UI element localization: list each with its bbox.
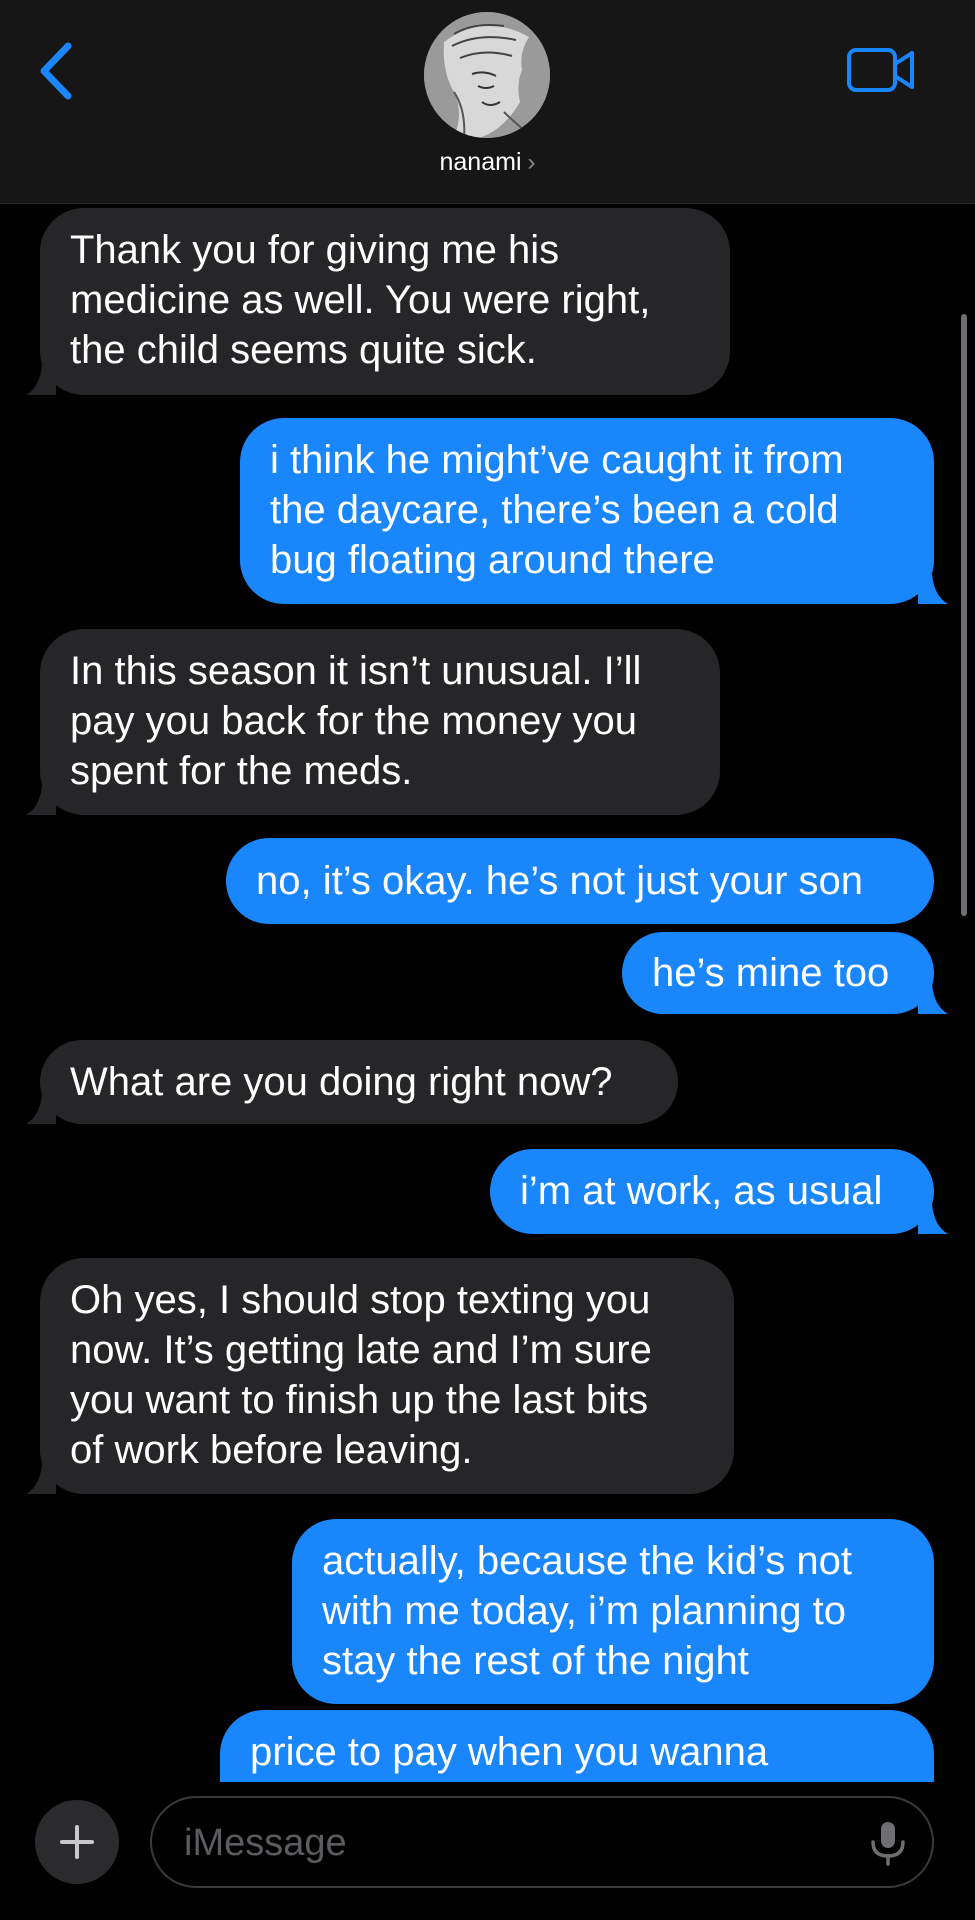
outgoing-message-bubble[interactable]: i think he might’ve caught it from the d… bbox=[240, 418, 934, 604]
message-line: medicine as well. You were right, bbox=[70, 278, 651, 322]
message-line: the child seems quite sick. bbox=[70, 328, 537, 372]
bubble-tail bbox=[26, 1094, 56, 1124]
bubble-tail bbox=[26, 365, 56, 395]
incoming-message-bubble[interactable]: In this season it isn’t unusual. I’ll pa… bbox=[40, 629, 720, 815]
bubble-tail bbox=[918, 984, 948, 1014]
message-line: he’s mine too bbox=[652, 951, 890, 995]
message-line: of work before leaving. bbox=[70, 1428, 473, 1472]
message-line: What are you doing right now? bbox=[70, 1060, 613, 1104]
bubble-tail bbox=[26, 785, 56, 815]
message-line: bug floating around there bbox=[270, 538, 715, 582]
bubble-tail bbox=[26, 1464, 56, 1494]
avatar-image bbox=[424, 12, 550, 138]
message-line: Thank you for giving me his bbox=[70, 228, 560, 272]
message-line: Oh yes, I should stop texting you bbox=[70, 1278, 651, 1322]
message-line: no, it’s okay. he’s not just your son bbox=[256, 859, 864, 903]
message-line: price to pay when you wanna bbox=[250, 1730, 769, 1774]
contact-name-label: nanami bbox=[439, 148, 522, 176]
message-input[interactable] bbox=[182, 1812, 826, 1874]
incoming-message-bubble[interactable]: Oh yes, I should stop texting you now. I… bbox=[40, 1258, 734, 1494]
bubble-tail bbox=[918, 574, 948, 604]
contact-name[interactable]: nanami › bbox=[0, 148, 975, 177]
contact-avatar[interactable] bbox=[424, 12, 550, 138]
message-line: stay the rest of the night bbox=[322, 1639, 749, 1683]
incoming-message-bubble[interactable]: Thank you for giving me his medicine as … bbox=[40, 208, 730, 395]
microphone-icon bbox=[871, 1822, 905, 1866]
outgoing-message-bubble[interactable]: he’s mine too bbox=[622, 932, 934, 1014]
apps-plus-button[interactable] bbox=[35, 1800, 119, 1884]
facetime-video-button[interactable] bbox=[846, 46, 916, 94]
back-button[interactable] bbox=[34, 38, 84, 104]
conversation-header: nanami › bbox=[0, 0, 975, 204]
message-line: In this season it isn’t unusual. I’ll bbox=[70, 649, 642, 693]
message-line: with me today, i’m planning to bbox=[322, 1589, 846, 1633]
outgoing-message-bubble[interactable]: i’m at work, as usual bbox=[490, 1149, 934, 1234]
plus-icon bbox=[60, 1825, 94, 1859]
scrollbar[interactable] bbox=[961, 314, 967, 916]
message-line: the daycare, there’s been a cold bbox=[270, 488, 839, 532]
chevron-right-icon: › bbox=[527, 149, 536, 176]
message-line: you want to finish up the last bits bbox=[70, 1378, 649, 1422]
message-line: pay you back for the money you bbox=[70, 699, 637, 743]
message-line: i think he might’ve caught it from bbox=[270, 438, 844, 482]
incoming-message-bubble[interactable]: What are you doing right now? bbox=[40, 1040, 678, 1124]
message-line: now. It’s getting late and I’m sure bbox=[70, 1328, 652, 1372]
bubble-tail bbox=[918, 1204, 948, 1234]
chevron-left-icon bbox=[40, 42, 72, 100]
outgoing-message-bubble[interactable]: no, it’s okay. he’s not just your son bbox=[226, 838, 934, 924]
outgoing-message-bubble[interactable]: actually, because the kid’s not with me … bbox=[292, 1519, 934, 1704]
message-line: i’m at work, as usual bbox=[520, 1169, 883, 1213]
dictation-button[interactable] bbox=[866, 1820, 910, 1868]
message-line: actually, because the kid’s not bbox=[322, 1539, 852, 1583]
message-composer bbox=[0, 1782, 975, 1920]
video-camera-icon bbox=[847, 48, 914, 92]
message-line: spent for the meds. bbox=[70, 749, 413, 793]
message-input-container bbox=[150, 1796, 934, 1888]
